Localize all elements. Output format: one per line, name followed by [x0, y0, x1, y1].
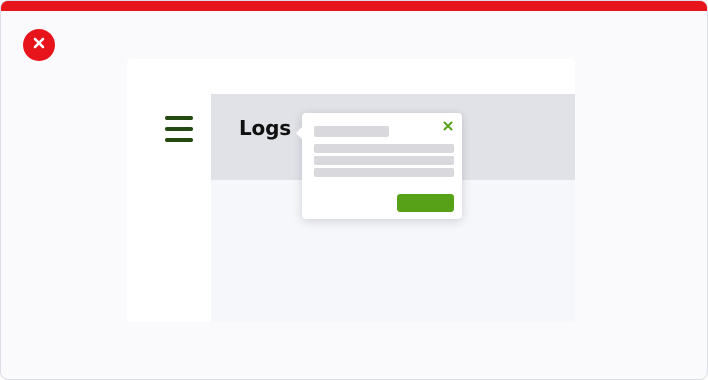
hamburger-menu-icon[interactable] — [165, 116, 193, 142]
popover-text-line — [314, 168, 454, 177]
error-badge — [23, 29, 55, 61]
error-card: Logs — [0, 0, 708, 380]
popover-text-line — [314, 156, 454, 165]
close-icon[interactable] — [441, 119, 455, 133]
popover-title-placeholder — [314, 126, 389, 137]
popover-text-line — [314, 144, 454, 153]
popover — [296, 113, 462, 219]
close-icon — [32, 36, 46, 55]
popover-arrow — [296, 126, 303, 140]
error-accent-bar — [1, 1, 707, 11]
page-title: Logs — [239, 116, 291, 140]
popover-action-button[interactable] — [397, 194, 454, 212]
side-nav — [127, 59, 211, 322]
